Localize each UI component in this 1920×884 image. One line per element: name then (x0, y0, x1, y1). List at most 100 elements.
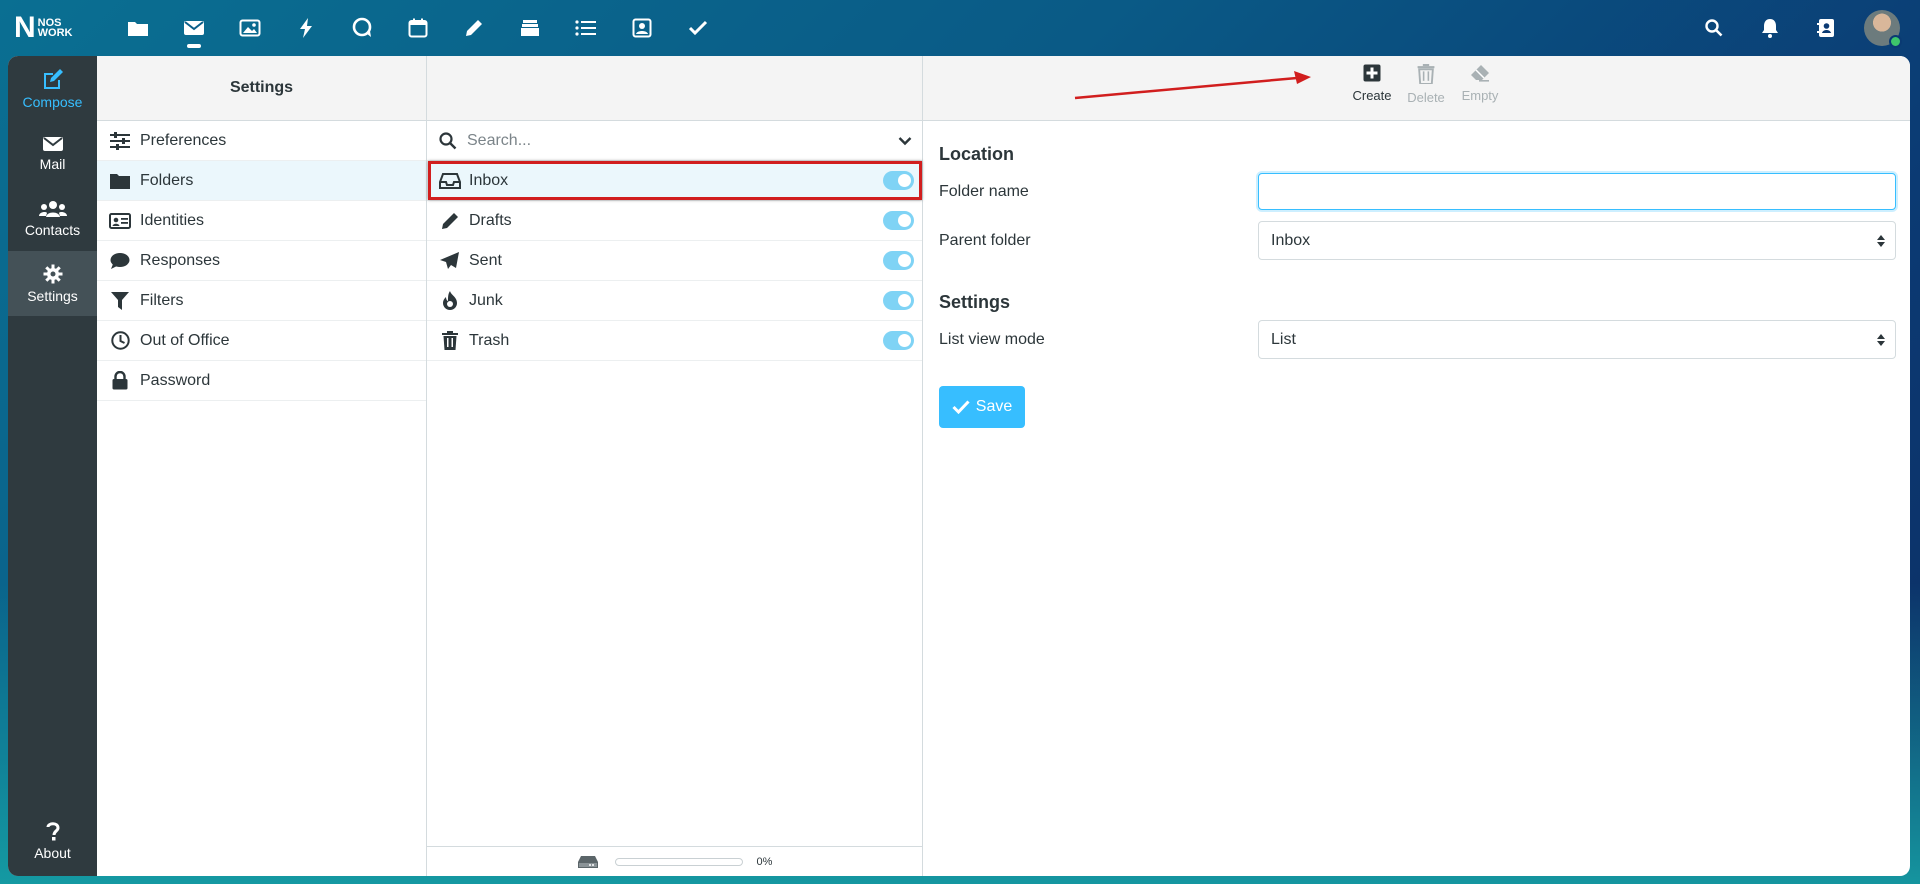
settings-item-folders[interactable]: Folders (97, 161, 426, 201)
online-status-dot (1889, 35, 1902, 48)
save-button[interactable]: Save (939, 386, 1025, 428)
empty-button[interactable]: Empty (1453, 64, 1507, 103)
list-view-label: List view mode (939, 330, 1045, 348)
select-caret-icon (1877, 234, 1885, 247)
folder-item-drafts[interactable]: Drafts (427, 201, 922, 241)
check-icon (952, 400, 970, 414)
calendar-app-icon[interactable] (390, 0, 446, 56)
folder-toolbar: Create Delete Empty (923, 56, 1910, 121)
logo-line2: WORK (37, 27, 73, 39)
rail-mail-label: Mail (39, 155, 66, 172)
photos-app-icon[interactable] (222, 0, 278, 56)
contacts-menu-icon[interactable] (1798, 0, 1854, 56)
folder-item-trash[interactable]: Trash (427, 321, 922, 361)
folder-name: Drafts (469, 211, 512, 229)
top-bar: N NOS WORK (0, 0, 1920, 56)
folder-name: Junk (469, 291, 503, 309)
contacts-app-icon[interactable] (614, 0, 670, 56)
bell-icon[interactable] (1742, 0, 1798, 56)
folder-name: Inbox (469, 171, 509, 189)
paper-plane-icon (439, 251, 461, 270)
quota-bar: 0% (427, 846, 922, 876)
sliders-icon (109, 131, 131, 150)
settings-header: Settings (97, 56, 426, 121)
inbox-icon (439, 172, 461, 189)
settings-item-password[interactable]: Password (97, 361, 426, 401)
filter-icon (109, 291, 131, 310)
folder-name-row: Folder name (939, 167, 1896, 216)
mail-app-icon[interactable] (166, 0, 222, 56)
folder-search[interactable]: Search... (427, 121, 922, 161)
folder-item-inbox[interactable]: Inbox (427, 161, 922, 201)
rail-about-label: About (34, 845, 71, 861)
settings-item-identities[interactable]: Identities (97, 201, 426, 241)
settings-item-filters[interactable]: Filters (97, 281, 426, 321)
subscribe-toggle[interactable] (883, 331, 914, 350)
hard-drive-icon (577, 855, 598, 868)
parent-folder-select[interactable]: Inbox (1258, 221, 1896, 260)
trash-icon (1417, 64, 1435, 84)
activity-app-icon[interactable] (278, 0, 334, 56)
search-icon (439, 131, 457, 149)
list-view-select[interactable]: List (1258, 320, 1896, 359)
select-caret-icon (1877, 333, 1885, 346)
envelope-icon (42, 136, 63, 151)
settings-item-preferences[interactable]: Preferences (97, 121, 426, 161)
folder-name-field[interactable] (1258, 173, 1896, 210)
folders-column: Search... Inbox Drafts Sent Junk Trash 0… (427, 56, 923, 876)
folder-item-sent[interactable]: Sent (427, 241, 922, 281)
create-button[interactable]: Create (1345, 64, 1399, 103)
folder-item-junk[interactable]: Junk (427, 281, 922, 321)
subscribe-toggle[interactable] (883, 291, 914, 310)
compose-icon (43, 68, 63, 89)
top-right-actions (1686, 0, 1902, 56)
settings-item-label: Responses (140, 251, 221, 269)
clock-icon (109, 331, 131, 350)
search-icon[interactable] (1686, 0, 1742, 56)
rail-settings[interactable]: Settings (8, 251, 97, 316)
parent-folder-row: Parent folder Inbox (939, 216, 1896, 265)
checkmark-app-icon[interactable] (670, 0, 726, 56)
quota-progress (614, 857, 743, 866)
delete-label: Delete (1407, 90, 1445, 105)
settings-item-label: Out of Office (140, 331, 230, 349)
settings-item-out-of-office[interactable]: Out of Office (97, 321, 426, 361)
subscribe-toggle[interactable] (883, 171, 914, 190)
rail-compose[interactable]: Compose (8, 56, 97, 121)
settings-item-responses[interactable]: Responses (97, 241, 426, 281)
folder-name: Trash (469, 331, 510, 349)
search-input[interactable]: Search... (467, 132, 898, 150)
talk-app-icon[interactable] (334, 0, 390, 56)
delete-button[interactable]: Delete (1399, 64, 1453, 105)
subscribe-toggle[interactable] (883, 211, 914, 230)
chevron-down-icon[interactable] (898, 136, 912, 146)
app-nav (110, 0, 726, 56)
parent-folder-label: Parent folder (939, 231, 1031, 249)
files-app-icon[interactable] (110, 0, 166, 56)
lock-icon (109, 371, 131, 390)
app-window: Compose Mail Contacts Settings About Set… (8, 56, 1910, 876)
mail-rail: Compose Mail Contacts Settings About (8, 56, 97, 876)
folder-name-label: Folder name (939, 182, 1029, 200)
deck-app-icon[interactable] (502, 0, 558, 56)
fire-icon (439, 291, 461, 310)
settings-item-label: Password (140, 371, 211, 389)
notes-app-icon[interactable] (446, 0, 502, 56)
pencil-icon (439, 212, 461, 230)
user-avatar[interactable] (1864, 10, 1902, 48)
question-icon (46, 822, 60, 841)
eraser-icon (1471, 65, 1489, 82)
location-section-title: Location (939, 144, 1014, 164)
rail-contacts[interactable]: Contacts (8, 186, 97, 251)
users-icon (38, 200, 67, 217)
empty-label: Empty (1461, 88, 1499, 103)
tasks-list-app-icon[interactable] (558, 0, 614, 56)
subscribe-toggle[interactable] (883, 251, 914, 270)
id-card-icon (109, 212, 131, 229)
app-logo[interactable]: N NOS WORK (14, 12, 88, 44)
rail-about[interactable]: About (8, 806, 97, 876)
settings-section-title: Settings (939, 292, 1011, 312)
rail-mail[interactable]: Mail (8, 121, 97, 186)
folder-name: Sent (469, 251, 502, 269)
folder-icon (109, 173, 131, 189)
